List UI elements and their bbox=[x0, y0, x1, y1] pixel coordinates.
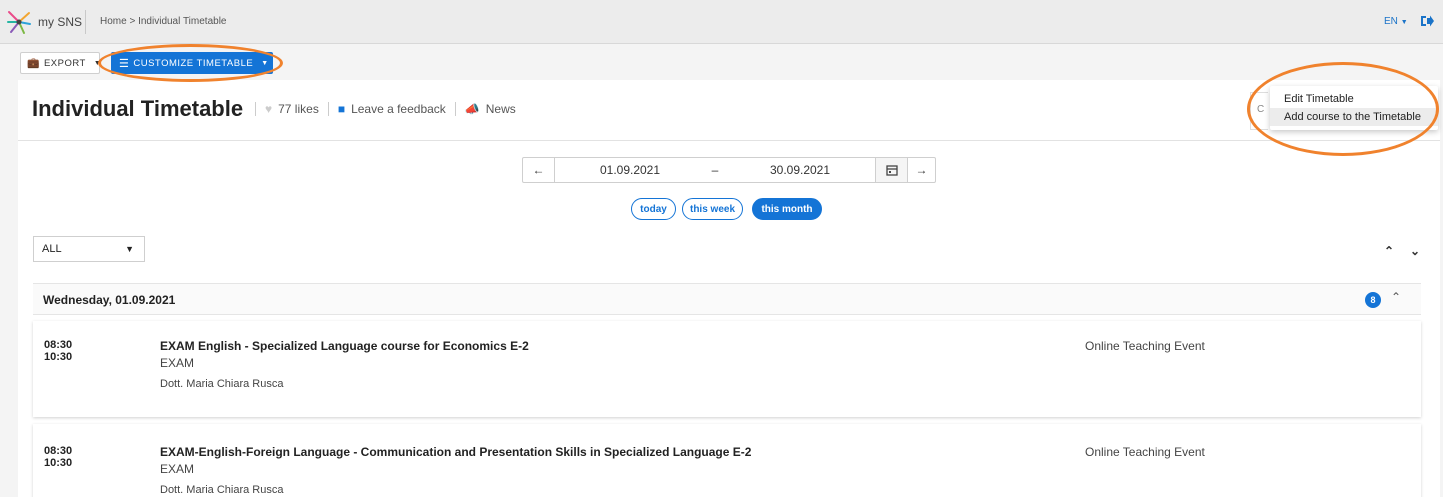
divider bbox=[454, 102, 456, 116]
heart-icon[interactable]: ♥ bbox=[265, 102, 272, 116]
day-title: Wednesday, 01.09.2021 bbox=[43, 293, 176, 307]
briefcase-icon: 💼 bbox=[27, 57, 40, 69]
sns-logo-icon[interactable] bbox=[6, 9, 32, 35]
day-header[interactable]: Wednesday, 01.09.2021 8 ⌃ bbox=[33, 283, 1421, 315]
collapse-all-icon[interactable]: ⌄ bbox=[1410, 244, 1420, 258]
customize-label: CUSTOMIZE TIMETABLE bbox=[133, 57, 254, 69]
event-end-time: 10:30 bbox=[44, 351, 73, 363]
caret-down-icon: ▼ bbox=[261, 59, 269, 67]
feedback-link[interactable]: Leave a feedback bbox=[351, 102, 446, 116]
chevron-up-icon[interactable]: ⌃ bbox=[1391, 290, 1401, 304]
event-type: EXAM bbox=[160, 462, 195, 476]
event-count-badge: 8 bbox=[1365, 292, 1381, 308]
news-link[interactable]: News bbox=[486, 102, 516, 116]
page-title: Individual Timetable bbox=[32, 96, 244, 121]
event-time: 08:30 10:30 bbox=[44, 445, 72, 469]
quick-range-this-month[interactable]: this month bbox=[752, 198, 822, 220]
customize-dropdown-menu: Edit Timetable Add course to the Timetab… bbox=[1270, 86, 1438, 130]
divider bbox=[327, 102, 329, 116]
event-mode: Online Teaching Event bbox=[1085, 445, 1205, 459]
date-to-field[interactable]: 30.09.2021 bbox=[725, 158, 875, 182]
date-range-separator: – bbox=[711, 163, 719, 177]
divider bbox=[85, 10, 86, 34]
caret-down-icon: ▼ bbox=[93, 59, 102, 67]
page-meta: ♥ 77 likes ■ Leave a feedback 📣 News bbox=[252, 102, 516, 116]
menu-item-edit-timetable[interactable]: Edit Timetable bbox=[1270, 90, 1438, 108]
export-button[interactable]: 💼 EXPORT ▼ bbox=[20, 52, 102, 74]
obscured-control: C bbox=[1250, 92, 1268, 130]
event-teacher: Dott. Maria Chiara Rusca bbox=[160, 484, 284, 496]
calendar-icon[interactable] bbox=[875, 158, 907, 182]
breadcrumb-home[interactable]: Home bbox=[100, 16, 127, 27]
breadcrumb: Home > Individual Timetable bbox=[100, 16, 226, 27]
event-title[interactable]: EXAM-English-Foreign Language - Communic… bbox=[160, 445, 751, 459]
divider bbox=[18, 140, 1440, 141]
export-label: EXPORT bbox=[43, 57, 86, 69]
category-filter-select[interactable]: ALL ▼ bbox=[33, 236, 145, 262]
next-period-arrow-icon[interactable]: → bbox=[907, 158, 935, 182]
language-label: EN bbox=[1384, 16, 1398, 27]
caret-down-icon: ▼ bbox=[1400, 19, 1408, 26]
previous-period-arrow-icon[interactable]: ← bbox=[523, 158, 555, 182]
quick-range-this-week[interactable]: this week bbox=[682, 198, 743, 220]
app-name[interactable]: my SNS bbox=[38, 15, 82, 29]
event-mode: Online Teaching Event bbox=[1085, 339, 1205, 353]
breadcrumb-current: Individual Timetable bbox=[138, 16, 227, 27]
event-time: 08:30 10:30 bbox=[44, 339, 72, 363]
event-end-time: 10:30 bbox=[44, 457, 73, 469]
megaphone-icon[interactable]: 📣 bbox=[465, 102, 480, 116]
expand-all-icon[interactable]: ⌃ bbox=[1384, 244, 1394, 258]
event-teacher: Dott. Maria Chiara Rusca bbox=[160, 378, 284, 390]
customize-timetable-button[interactable]: ☰ CUSTOMIZE TIMETABLE ▼ bbox=[111, 52, 273, 74]
top-bar: my SNS Home > Individual Timetable EN ▼ bbox=[0, 0, 1443, 44]
menu-lines-icon: ☰ bbox=[119, 57, 130, 70]
logout-icon[interactable] bbox=[1419, 13, 1435, 29]
likes-count: 77 likes bbox=[278, 102, 319, 116]
quick-range-today[interactable]: today bbox=[631, 198, 676, 220]
breadcrumb-separator: > bbox=[129, 16, 136, 27]
caret-down-icon: ▼ bbox=[125, 244, 134, 254]
event-start-time: 08:30 bbox=[44, 445, 73, 457]
event-start-time: 08:30 bbox=[44, 339, 73, 351]
divider bbox=[255, 102, 256, 116]
event-title[interactable]: EXAM English - Specialized Language cour… bbox=[160, 339, 529, 353]
date-range-picker: ← 01.09.2021 – 30.09.2021 → bbox=[522, 157, 936, 183]
comment-icon[interactable]: ■ bbox=[338, 102, 345, 116]
event-card[interactable]: 08:30 10:30 EXAM-English-Foreign Languag… bbox=[33, 424, 1421, 497]
language-selector[interactable]: EN ▼ bbox=[1384, 16, 1408, 27]
event-card[interactable]: 08:30 10:30 EXAM English - Specialized L… bbox=[33, 321, 1421, 417]
filter-value: ALL bbox=[42, 243, 62, 255]
date-from-field[interactable]: 01.09.2021 bbox=[555, 158, 705, 182]
event-type: EXAM bbox=[160, 356, 195, 370]
menu-item-add-course[interactable]: Add course to the Timetable bbox=[1270, 108, 1438, 126]
